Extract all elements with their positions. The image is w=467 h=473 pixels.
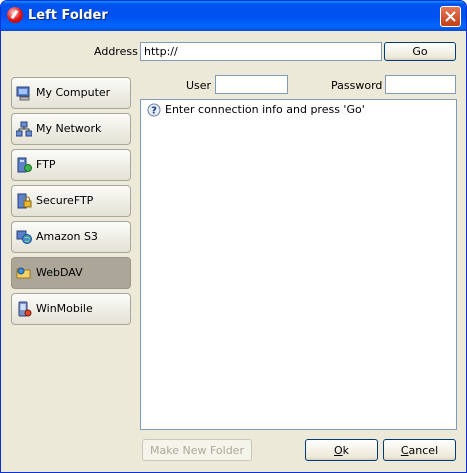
nav-my-network[interactable]: My Network	[11, 113, 131, 145]
my-computer-icon	[16, 86, 30, 101]
make-new-folder-button[interactable]: Make New Folder	[142, 439, 252, 461]
user-label: User	[186, 79, 212, 92]
password-input[interactable]	[385, 75, 456, 94]
user-input[interactable]	[215, 75, 288, 94]
nav-secureftp[interactable]: SecureFTP	[11, 185, 131, 217]
svg-text:?: ?	[151, 106, 157, 117]
window-title: Left Folder	[28, 8, 108, 23]
nav-item-label: WebDAV	[36, 266, 83, 279]
nav-item-label: SecureFTP	[36, 194, 94, 207]
go-button[interactable]: Go	[384, 42, 456, 61]
address-label: Address	[94, 45, 138, 58]
nav-item-label: FTP	[36, 158, 56, 171]
ftp-icon	[17, 157, 32, 173]
dialog-window: Left Folder Address Go User Password My …	[0, 0, 467, 473]
address-input[interactable]	[140, 42, 382, 61]
title-bar[interactable]: Left Folder	[1, 1, 466, 31]
nav-item-label: My Computer	[36, 86, 111, 99]
winmobile-icon	[18, 301, 32, 317]
status-message: Enter connection info and press 'Go'	[165, 103, 365, 116]
dialog-body: Address Go User Password My Computer My …	[4, 31, 463, 469]
cancel-button[interactable]: Cancel	[383, 439, 456, 461]
nav-my-computer[interactable]: My Computer	[11, 77, 131, 109]
amazon-s3-icon	[16, 230, 32, 244]
password-label: Password	[331, 79, 383, 92]
nav-amazon-s3[interactable]: Amazon S3	[11, 221, 131, 253]
app-icon	[7, 7, 23, 23]
ok-label-rest: k	[342, 443, 350, 457]
network-icon	[16, 121, 32, 137]
nav-ftp[interactable]: FTP	[11, 149, 131, 181]
ok-accelerator: O	[333, 443, 343, 457]
nav-item-label: Amazon S3	[36, 230, 98, 243]
secure-ftp-icon	[17, 193, 32, 209]
nav-winmobile[interactable]: WinMobile	[11, 293, 131, 325]
nav-item-label: WinMobile	[36, 302, 93, 315]
close-icon	[445, 11, 456, 22]
webdav-icon	[16, 267, 31, 279]
close-button[interactable]	[440, 6, 461, 27]
help-icon: ?	[147, 103, 161, 117]
ok-button[interactable]: Ok	[305, 439, 378, 461]
file-list-panel[interactable]: ? Enter connection info and press 'Go'	[140, 99, 457, 430]
cancel-accelerator: C	[400, 443, 409, 457]
cancel-label-rest: ancel	[408, 443, 439, 457]
nav-item-label: My Network	[36, 122, 102, 135]
nav-webdav[interactable]: WebDAV	[11, 257, 131, 289]
